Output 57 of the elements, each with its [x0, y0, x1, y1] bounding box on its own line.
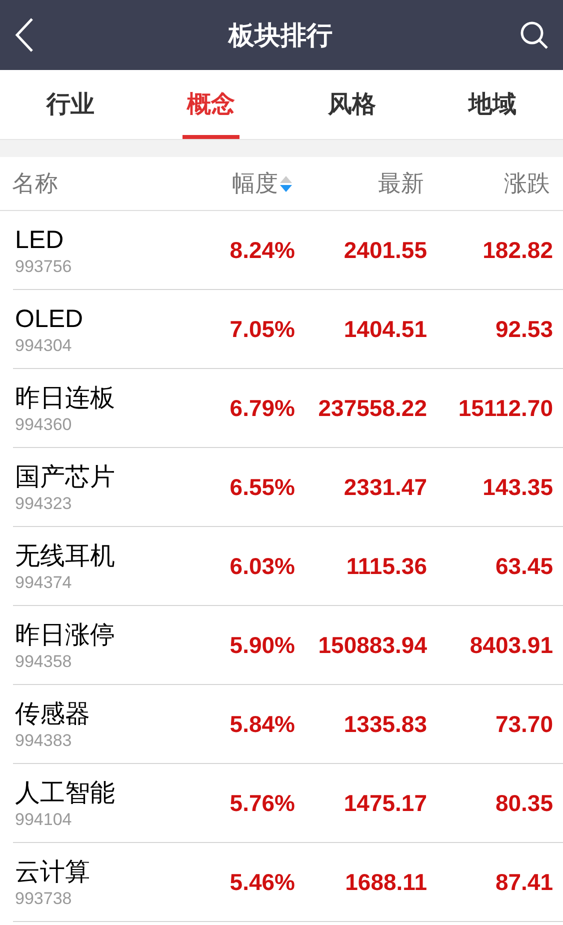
- table-cell-text: 8.24%: [230, 236, 295, 266]
- sector-code: 993756: [15, 256, 73, 278]
- table-cell-text: 143.35: [482, 473, 553, 502]
- table-cell-text: 2331.47: [344, 473, 427, 502]
- table-cell-text: 5.46%: [230, 868, 295, 898]
- page-title: 板块排行: [228, 18, 332, 52]
- sector-name: 云计算: [15, 856, 91, 888]
- sector-code: 994360: [15, 414, 73, 436]
- tab[interactable]: 地域: [422, 70, 563, 139]
- search-icon: [519, 20, 549, 50]
- table-cell-text: 15112.70: [458, 394, 553, 424]
- sector-name: LED: [15, 224, 65, 256]
- sector-code: 994104: [15, 808, 73, 830]
- tab[interactable]: 风格: [282, 70, 422, 139]
- table-cell-text: 7.05%: [230, 315, 295, 344]
- table-cell-text: 80.35: [495, 789, 553, 818]
- sector-name: 人工智能: [15, 778, 116, 808]
- table-cell-text: 5.76%: [230, 789, 295, 818]
- sector-code: 994383: [15, 730, 73, 752]
- sector-name: 国产芯片: [15, 462, 116, 492]
- table-cell-text: 5.84%: [230, 710, 295, 740]
- table-cell-text: 6.79%: [230, 394, 295, 424]
- table-cell-text: 1404.51: [344, 315, 427, 344]
- sector-code: 994304: [15, 334, 73, 356]
- sector-name: OLED: [15, 304, 84, 334]
- sector-code: 994374: [15, 572, 73, 594]
- sector-code: 994323: [15, 492, 73, 514]
- table-cell-text: 63.45: [495, 552, 553, 582]
- table-cell-text: 1335.83: [344, 710, 427, 740]
- table-cell-text: 237558.22: [318, 394, 427, 424]
- table-cell-text: 87.41: [495, 868, 553, 898]
- column-header[interactable]: 涨跌: [504, 166, 550, 201]
- tab[interactable]: 概念: [140, 70, 282, 139]
- sector-code: 994358: [15, 650, 73, 672]
- table-cell-text: 73.70: [495, 710, 553, 740]
- table-cell-text: 5.90%: [230, 631, 295, 660]
- table-cell-text: 6.55%: [230, 473, 295, 502]
- table-cell-text: 1688.11: [345, 868, 427, 898]
- sector-code: 993738: [15, 888, 73, 910]
- column-header[interactable]: 名称: [12, 166, 58, 201]
- sort-icon: [280, 174, 292, 194]
- column-header[interactable]: 幅度: [232, 166, 292, 201]
- table-cell-text: 150883.94: [318, 631, 427, 660]
- tab[interactable]: 行业: [0, 70, 141, 139]
- sector-name: 昨日连板: [15, 382, 116, 414]
- sector-name: 无线耳机: [15, 540, 116, 572]
- table-cell-text: 1115.36: [346, 552, 427, 582]
- sector-name: 传感器: [15, 698, 91, 730]
- back-icon: [14, 17, 34, 53]
- table-cell-text: 6.03%: [230, 552, 295, 582]
- table-cell-text: 182.82: [482, 236, 553, 266]
- column-header[interactable]: 最新: [378, 166, 424, 201]
- table-cell-text: 1475.17: [344, 789, 427, 818]
- sector-name: 昨日涨停: [15, 620, 116, 650]
- table-cell-text: 2401.55: [344, 236, 427, 266]
- table-cell-text: 8403.91: [470, 631, 553, 660]
- table-cell-text: 92.53: [495, 315, 553, 344]
